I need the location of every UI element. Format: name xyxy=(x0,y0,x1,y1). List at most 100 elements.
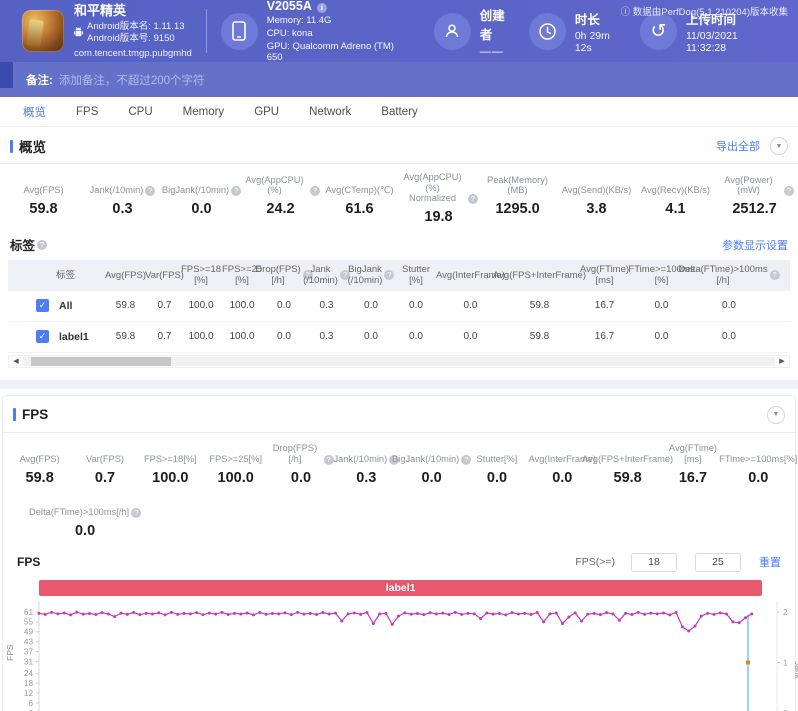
help-icon[interactable]: ? xyxy=(323,454,334,465)
table-cell: 0.7 xyxy=(157,331,172,343)
metric: Avg(Power)(mW)? 2512.7 xyxy=(715,172,794,225)
table-cell: 0.7 xyxy=(157,300,172,312)
metric: Avg(AppCPU)(%)? 24.2 xyxy=(241,172,320,225)
overview-collapse-button[interactable]: ▼ xyxy=(770,137,788,155)
table-cell: 100.0 xyxy=(188,331,214,343)
fps-threshold-input-1[interactable] xyxy=(631,552,677,572)
svg-text:FPS: FPS xyxy=(5,644,15,661)
creator-label: 创建者 xyxy=(479,8,505,42)
fps-line-chart: 0612182431374349556101200:0001:2802:5604… xyxy=(5,600,798,711)
app-package: com.tencent.tmgp.pubgmhd xyxy=(74,47,192,59)
metric: Peak(Memory)(MB) 1295.0 xyxy=(478,172,557,225)
table-cell: 0.0 xyxy=(277,300,291,312)
tab-Battery[interactable]: Battery xyxy=(366,97,432,126)
metric-label: Jank(/10min)? xyxy=(333,441,400,465)
chart-title: FPS xyxy=(17,555,41,570)
row-checkbox[interactable]: ✓ xyxy=(36,299,49,313)
export-all-link[interactable]: 导出全部 xyxy=(716,138,760,154)
metric-value: 0.0 xyxy=(74,522,96,539)
remark-placeholder: 添加备注，不超过200个字符 xyxy=(58,74,205,87)
tab-Memory[interactable]: Memory xyxy=(168,97,240,126)
device-info-icon[interactable]: i xyxy=(316,3,327,13)
metric: Var(FPS) 0.7 xyxy=(72,441,137,486)
metric-value: 19.8 xyxy=(424,209,453,226)
svg-text:12: 12 xyxy=(24,689,34,698)
section-accent xyxy=(13,408,16,422)
fps-metrics: Avg(FPS) 59.8 Var(FPS) 0.7 FPS>=18[%] 100.0 FP… xyxy=(3,433,798,492)
column-header: Drop(FPS) [/h]? xyxy=(255,260,313,291)
svg-text:43: 43 xyxy=(24,637,34,646)
tags-help-icon[interactable]: ? xyxy=(37,239,48,250)
app-name: 和平精英 xyxy=(74,2,127,18)
metric-label: Peak(Memory)(MB) xyxy=(487,174,548,196)
metric-label: Avg(CTemp)(℃) xyxy=(325,185,394,196)
scrollbar-thumb[interactable] xyxy=(31,356,171,366)
metric-label: Avg(FTime)[ms] xyxy=(668,443,717,465)
metric-label: FTime>=100ms[%] xyxy=(719,454,798,465)
metric-value: 0.0 xyxy=(552,469,573,486)
table-hscrollbar[interactable]: ◀ ▶ xyxy=(8,354,790,368)
tab-概览[interactable]: 概览 xyxy=(8,97,61,126)
param-settings-link[interactable]: 参数显示设置 xyxy=(722,237,788,253)
column-header: Var(FPS) xyxy=(145,269,184,281)
metric-value: 16.7 xyxy=(678,469,708,486)
metric: FPS>=25[%] 100.0 xyxy=(203,441,268,486)
tab-FPS[interactable]: FPS xyxy=(61,97,113,126)
metric: Stutter[%] 0.0 xyxy=(464,441,529,486)
help-icon[interactable]: ? xyxy=(784,186,794,196)
metric-label: FPS>=25[%] xyxy=(209,454,262,465)
row-checkbox[interactable]: ✓ xyxy=(36,330,49,344)
metric-label: Stutter[%] xyxy=(476,454,518,465)
upload-value: 11/03/2021 11:32:28 xyxy=(685,29,738,54)
help-icon[interactable]: ? xyxy=(231,186,242,196)
help-icon[interactable]: ? xyxy=(145,186,156,196)
scroll-left-icon[interactable]: ◀ xyxy=(9,357,23,365)
scroll-right-icon[interactable]: ▶ xyxy=(775,357,789,365)
metric-label: Avg(Power)(mW)? xyxy=(715,172,794,196)
tab-Network[interactable]: Network xyxy=(294,97,366,126)
metric: Avg(FPS) 59.8 xyxy=(7,441,72,486)
android-icon xyxy=(74,27,83,37)
table-cell: 0.0 xyxy=(409,300,423,312)
table-cell: 100.0 xyxy=(229,331,255,343)
section-accent xyxy=(10,139,13,153)
creator-value: —— xyxy=(479,45,504,58)
row-label-cell: ✓ label1 xyxy=(8,322,103,352)
table-cell: 0.0 xyxy=(463,331,478,343)
table-cell: 16.7 xyxy=(594,331,615,343)
help-icon[interactable]: ? xyxy=(468,194,478,205)
device-gpu: GPU: Qualcomm Adreno (TM) 650 xyxy=(266,41,394,63)
metric-value: 3.8 xyxy=(586,201,607,217)
tab-CPU[interactable]: CPU xyxy=(113,97,167,126)
metric: BigJank(/10min)? 0.0 xyxy=(162,172,242,225)
help-icon[interactable]: ? xyxy=(384,270,395,281)
table-cell: 59.8 xyxy=(529,300,550,312)
row-name: label1 xyxy=(59,330,89,343)
tab-GPU[interactable]: GPU xyxy=(239,97,294,126)
metric-value: 100.0 xyxy=(152,469,189,486)
row-name: All xyxy=(59,299,73,312)
perfdog-report-page: 和平精英 Android版本名: 1.11.13 Android版本号: 915… xyxy=(0,0,798,711)
table-cell: 0.0 xyxy=(364,300,378,312)
user-icon xyxy=(433,12,471,50)
metric-label: BigJank(/10min)? xyxy=(162,172,242,196)
table-cell: 0.0 xyxy=(654,300,669,312)
help-icon[interactable]: ? xyxy=(310,186,320,196)
reset-link[interactable]: 重置 xyxy=(759,554,781,570)
fps-collapse-button[interactable]: ▼ xyxy=(767,405,785,424)
fps-section: FPS ▼ Avg(FPS) 59.8 Var(FPS) 0.7 FPS>=18[%] 1… xyxy=(2,394,798,711)
remark-bar[interactable]: 备注: 添加备注，不超过200个字符 xyxy=(0,62,798,97)
duration-value: 0h 29m 12s xyxy=(574,29,610,54)
svg-text:49: 49 xyxy=(24,628,34,637)
table-cell: 0.0 xyxy=(463,300,478,312)
metric: BigJank(/10min)? 0.0 xyxy=(392,441,472,486)
fps-threshold-input-2[interactable] xyxy=(695,552,741,572)
label1-band: label1 xyxy=(39,579,763,596)
help-icon[interactable]: ? xyxy=(131,507,142,518)
table-cell: 0.0 xyxy=(722,300,736,312)
tags-table: 标签 Avg(FPS) Var(FPS) FPS>=18 [%] FPS>=25 [%]… xyxy=(8,260,790,353)
svg-text:1: 1 xyxy=(783,658,788,667)
svg-text:Jank: Jank xyxy=(793,661,798,680)
svg-text:31: 31 xyxy=(24,657,34,666)
app-version-name: Android版本名: 1.11.13 xyxy=(87,20,185,32)
